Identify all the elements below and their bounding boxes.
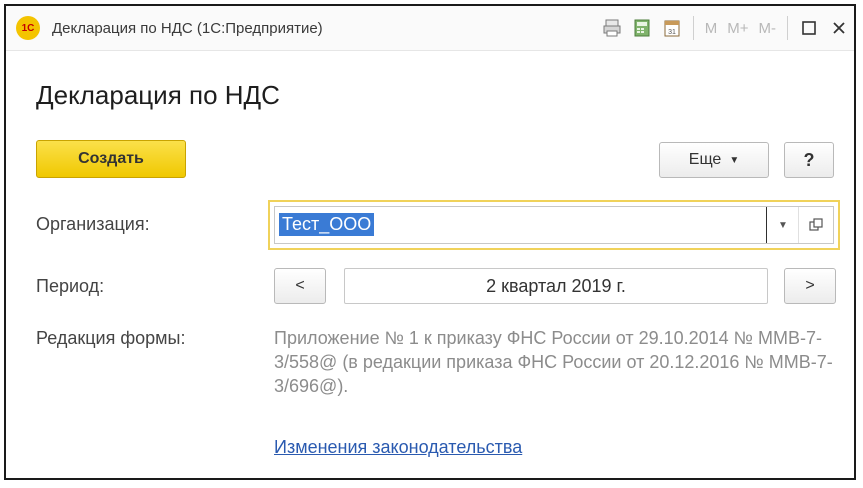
svg-text:31: 31	[668, 29, 676, 36]
window-title: Декларация по НДС (1С:Предприятие)	[52, 19, 323, 37]
chevron-down-icon[interactable]: ▼	[766, 207, 799, 243]
create-button[interactable]: Создать	[36, 140, 186, 178]
period-field[interactable]: 2 квартал 2019 г.	[344, 268, 768, 304]
more-button-label: Еще	[688, 151, 722, 168]
app-logo-icon[interactable]: 1С	[16, 16, 40, 40]
form-content: Декларация по НДС Создать Еще ▼ ? Органи…	[6, 50, 854, 478]
organization-label: Организация:	[36, 214, 150, 234]
calculator-icon[interactable]	[627, 13, 657, 43]
maximize-icon[interactable]	[794, 13, 824, 43]
memory-plus-button[interactable]: M+	[722, 20, 753, 37]
form-edition-label: Редакция формы:	[36, 328, 186, 348]
close-icon[interactable]	[824, 13, 854, 43]
law-changes-link[interactable]: Изменения законодательства	[274, 437, 522, 458]
chevron-down-icon: ▼	[729, 154, 740, 166]
organization-field[interactable]: Тест_ООО ▼	[268, 200, 840, 250]
toolbar-separator	[787, 16, 788, 40]
more-button[interactable]: Еще ▼	[659, 142, 769, 178]
calendar-icon[interactable]: 31	[657, 13, 687, 43]
memory-minus-button[interactable]: M-	[754, 20, 782, 37]
period-next-button[interactable]: >	[784, 268, 836, 304]
title-bar: 1С Декларация по НДС (1С:Предприятие) 31…	[6, 6, 854, 51]
organization-input-box[interactable]: Тест_ООО ▼	[274, 206, 834, 244]
page-title: Декларация по НДС	[36, 80, 280, 110]
form-edition-text: Приложение № 1 к приказу ФНС России от 2…	[274, 328, 833, 396]
app-window: 1С Декларация по НДС (1С:Предприятие) 31…	[4, 4, 856, 480]
organization-input[interactable]: Тест_ООО	[279, 213, 375, 236]
period-prev-button[interactable]: <	[274, 268, 326, 304]
open-external-icon[interactable]	[798, 207, 833, 243]
title-bar-tools: 31 M M+ M-	[597, 6, 854, 50]
help-button[interactable]: ?	[784, 142, 834, 178]
memory-m-button[interactable]: M	[700, 20, 723, 37]
print-icon[interactable]	[597, 13, 627, 43]
period-label: Период:	[36, 276, 105, 296]
toolbar-separator	[692, 16, 694, 40]
